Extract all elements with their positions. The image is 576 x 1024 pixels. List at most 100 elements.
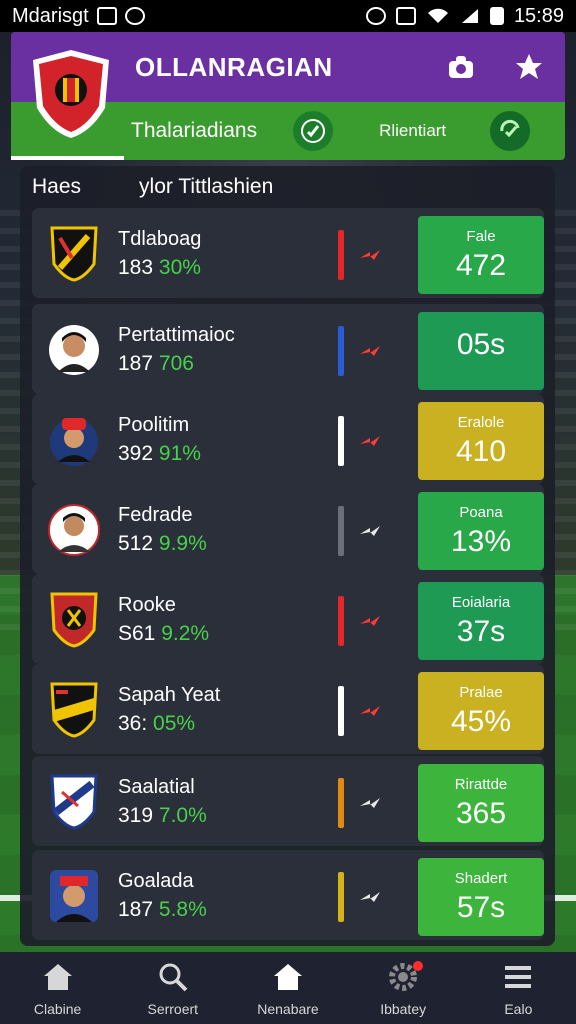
gallery-icon: [96, 7, 117, 25]
team-name: Goalada: [118, 870, 194, 892]
column-header-1: Haes: [32, 175, 82, 198]
home-icon: [273, 964, 302, 990]
list-item[interactable]: Poolitim 392 91% Eralole 410: [32, 394, 544, 484]
player-avatar: [50, 418, 98, 466]
list-item[interactable]: Tdlaboag 183 30% Fale 472: [32, 208, 544, 298]
verify-button[interactable]: [293, 111, 334, 151]
nav-item-search[interactable]: Serroert: [123, 959, 223, 1017]
status-bar-indicator: [338, 686, 344, 736]
star-icon: [516, 54, 542, 79]
nav-item-home[interactable]: Clabine: [8, 959, 108, 1017]
team-stat: 36: 05%: [118, 712, 196, 735]
camera-button[interactable]: [441, 47, 481, 87]
menu-icon: [505, 966, 532, 988]
score-label: Rirattde: [454, 776, 508, 793]
message-icon: [124, 7, 145, 25]
camera-icon: [449, 56, 473, 78]
list-item[interactable]: Fedrade 512 9.9% Poana 13%: [32, 484, 544, 574]
nav-item-settings[interactable]: Ibbatey: [353, 959, 453, 1017]
trend-up-icon: [360, 346, 380, 356]
score-card[interactable]: Eralole 410: [418, 402, 544, 480]
home-icon: [43, 964, 72, 990]
nav-label: Clabine: [33, 1001, 82, 1017]
score-value: 472: [455, 249, 507, 282]
team-name: Sapah Yeat: [118, 684, 221, 706]
team-stat: 319 7.0%: [118, 804, 207, 827]
active-tab-indicator: [11, 156, 124, 160]
list-item[interactable]: Rooke S61 9.2% Eoialaria 37s: [32, 574, 544, 664]
status-bar-indicator: [338, 230, 344, 280]
status-bar-indicator: [338, 506, 344, 556]
ranking-panel: Haes ylor Tittlashien Tdlaboag 183 30% F…: [20, 166, 555, 946]
score-value: 05s: [456, 328, 506, 361]
score-value: 410: [455, 435, 507, 468]
team-stat: 187 706: [118, 352, 194, 375]
refresh-button[interactable]: [490, 111, 531, 151]
team-stat: 187 5.8%: [118, 898, 207, 921]
search-icon: [159, 963, 188, 992]
score-card[interactable]: Rirattde 365: [418, 764, 544, 842]
team-stat: 183 30%: [118, 256, 201, 279]
status-bar-indicator: [338, 416, 344, 466]
team-stat: 392 91%: [118, 442, 201, 465]
list-item[interactable]: Goalada 187 5.8% Shadert 57s: [32, 850, 544, 940]
bottom-navigation: Clabine Serroert Nenabare Ibbatey Ealo: [0, 952, 576, 1024]
score-value: 365: [455, 797, 507, 830]
trend-neutral-icon: [360, 798, 380, 808]
nav-label: Serroert: [147, 1001, 199, 1017]
trend-up-icon: [360, 616, 380, 626]
score-value: 13%: [450, 525, 512, 558]
signal-icon: [461, 9, 478, 23]
score-card[interactable]: Pralae 45%: [418, 672, 544, 750]
tab-primary[interactable]: Thalariadians: [131, 119, 257, 143]
team-stat: 512 9.9%: [118, 532, 207, 555]
status-time: 15:89: [513, 4, 564, 27]
list-item[interactable]: Saalatial 319 7.0% Rirattde 365: [32, 756, 544, 846]
score-value: 37s: [456, 615, 506, 648]
player-avatar: [50, 870, 98, 922]
player-avatar: [49, 325, 99, 375]
slash-check-icon: [301, 119, 326, 143]
status-bar-indicator: [338, 778, 344, 828]
status-bar-indicator: [338, 326, 344, 376]
battery-icon: [489, 7, 504, 25]
trend-up-icon: [360, 250, 380, 260]
status-app-name: Mdarisgt: [12, 4, 89, 27]
alarm-icon: [365, 7, 386, 25]
team-badge: [50, 774, 98, 830]
team-name: Saalatial: [118, 776, 195, 798]
score-card[interactable]: Fale 472: [418, 216, 544, 294]
team-name: Rooke: [118, 594, 176, 616]
score-card[interactable]: Eoialaria 37s: [418, 582, 544, 660]
nav-label: Ibbatey: [380, 1001, 427, 1017]
status-bar-indicator: [338, 872, 344, 922]
club-crest-logo: [33, 50, 109, 138]
nav-item-menu[interactable]: Ealo: [468, 959, 568, 1017]
team-name: Tdlaboag: [118, 228, 202, 250]
team-name: Pertattimaioc: [118, 324, 235, 346]
score-label: Eralole: [457, 414, 505, 431]
nav-item-home-2[interactable]: Nenabare: [238, 959, 338, 1017]
team-name: Poolitim: [118, 414, 190, 436]
team-badge: [50, 592, 98, 648]
list-item[interactable]: Sapah Yeat 36: 05% Pralae 45%: [32, 664, 544, 754]
status-bar: Mdarisgt 15:89: [0, 0, 576, 32]
score-card[interactable]: Shadert 57s: [418, 858, 544, 936]
score-card[interactable]: 05s: [418, 312, 544, 390]
favorite-button[interactable]: [509, 47, 549, 87]
trend-neutral-icon: [360, 892, 380, 902]
trend-up-icon: [360, 436, 380, 446]
nav-label: Ealo: [504, 1001, 533, 1017]
score-card[interactable]: Poana 13%: [418, 492, 544, 570]
score-label: Eoialaria: [451, 594, 511, 611]
score-label: Fale: [466, 228, 496, 245]
column-header-2: ylor Tittlashien: [139, 175, 274, 198]
trend-up-icon: [360, 706, 380, 716]
mute-icon: [395, 7, 416, 25]
tab-secondary[interactable]: Rlientiart: [379, 121, 446, 141]
refresh-check-icon: [500, 119, 520, 138]
team-stat: S61 9.2%: [118, 622, 210, 645]
team-name: Fedrade: [118, 504, 193, 526]
list-item[interactable]: Pertattimaioc 187 706 05s: [32, 304, 544, 394]
list-header: Haes ylor Tittlashien: [20, 166, 555, 208]
